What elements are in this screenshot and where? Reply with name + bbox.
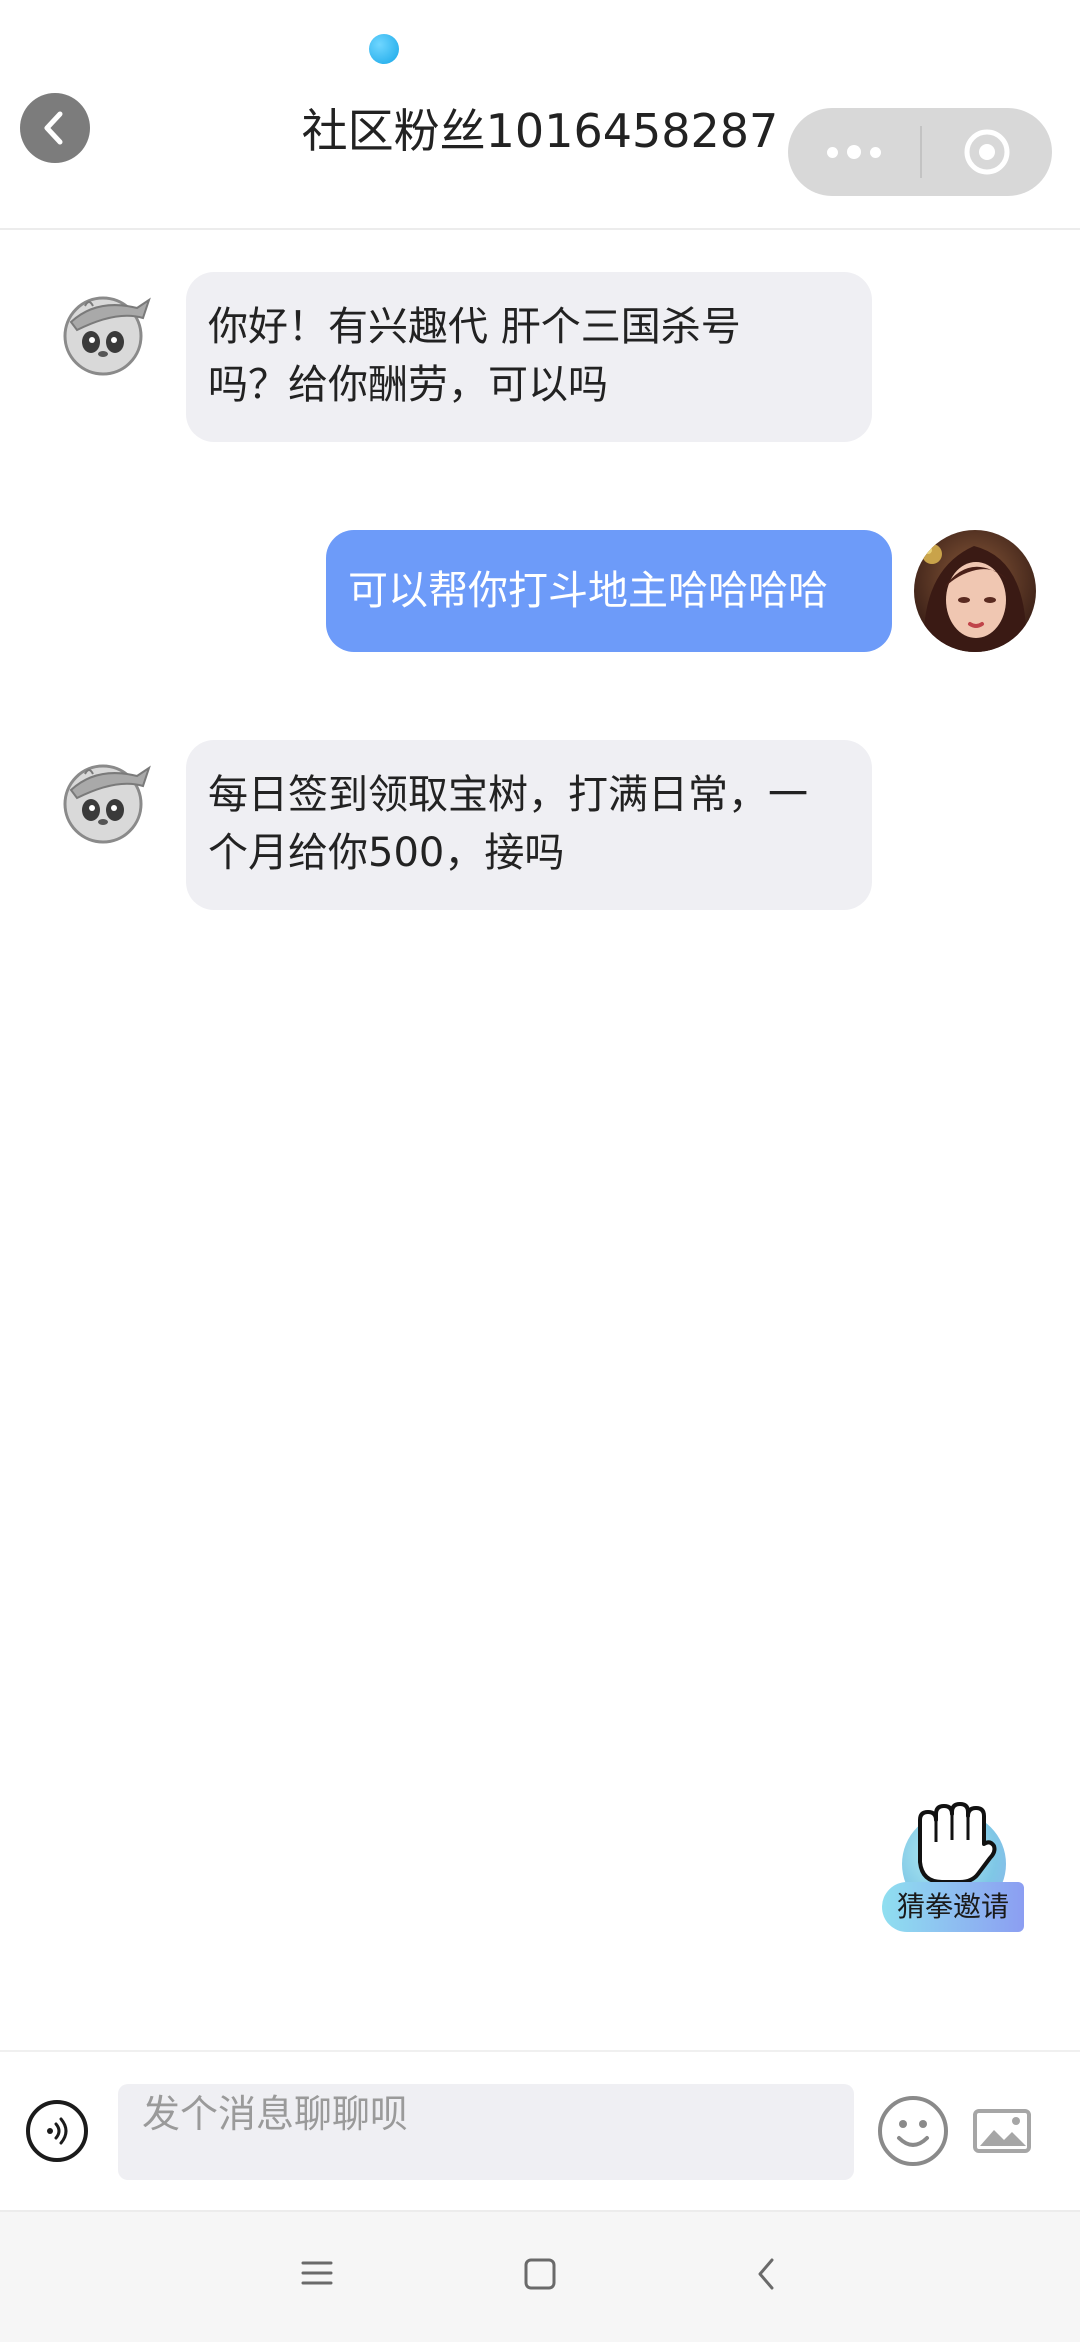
message-text: 个月给你500，接吗 — [208, 830, 565, 876]
message-text: 你好！有兴趣代 肝个三国杀号 — [208, 304, 741, 350]
close-button[interactable] — [922, 108, 1052, 196]
user-avatar-image — [914, 530, 1036, 652]
message-bubble-incoming: 你好！有兴趣代 肝个三国杀号 吗？给你酬劳，可以吗 — [186, 272, 872, 442]
more-icon — [827, 146, 838, 158]
back-button[interactable] — [20, 93, 90, 163]
message-text: 可以帮你打斗地主哈哈哈哈 — [348, 568, 828, 614]
close-circle-icon — [964, 129, 1010, 175]
voice-button[interactable] — [26, 2100, 88, 2162]
more-icon-dot — [847, 145, 861, 159]
image-icon[interactable] — [972, 2106, 1032, 2156]
miniprogram-capsule — [788, 108, 1052, 196]
message-text: 吗？给你酬劳，可以吗 — [208, 362, 608, 408]
fist-icon — [918, 1802, 997, 1884]
panda-avatar[interactable] — [57, 752, 153, 848]
invite-label: 猜拳邀请 — [882, 1882, 1024, 1932]
panda-avatar[interactable] — [57, 284, 153, 380]
back-nav-icon[interactable] — [752, 2256, 782, 2292]
page-title: 社区粉丝1016458287 — [301, 104, 779, 158]
message-input[interactable]: 发个消息聊聊呗 — [118, 2084, 854, 2180]
home-icon[interactable] — [522, 2256, 558, 2292]
more-icon-dot — [870, 146, 881, 158]
message-bubble-outgoing: 可以帮你打斗地主哈哈哈哈 — [326, 530, 892, 652]
status-dot-icon — [369, 34, 399, 64]
user-avatar[interactable] — [914, 530, 1036, 652]
emoji-icon[interactable] — [876, 2094, 950, 2168]
more-button[interactable] — [788, 108, 920, 196]
rock-paper-scissors-invite-button[interactable]: 猜拳邀请 — [880, 1800, 1030, 1940]
message-text: 每日签到领取宝树，打满日常，一 — [208, 772, 808, 818]
message-bubble-incoming: 每日签到领取宝树，打满日常，一 个月给你500，接吗 — [186, 740, 872, 910]
voice-icon — [47, 2117, 68, 2145]
menu-icon[interactable] — [300, 2256, 334, 2290]
back-icon — [44, 111, 63, 145]
